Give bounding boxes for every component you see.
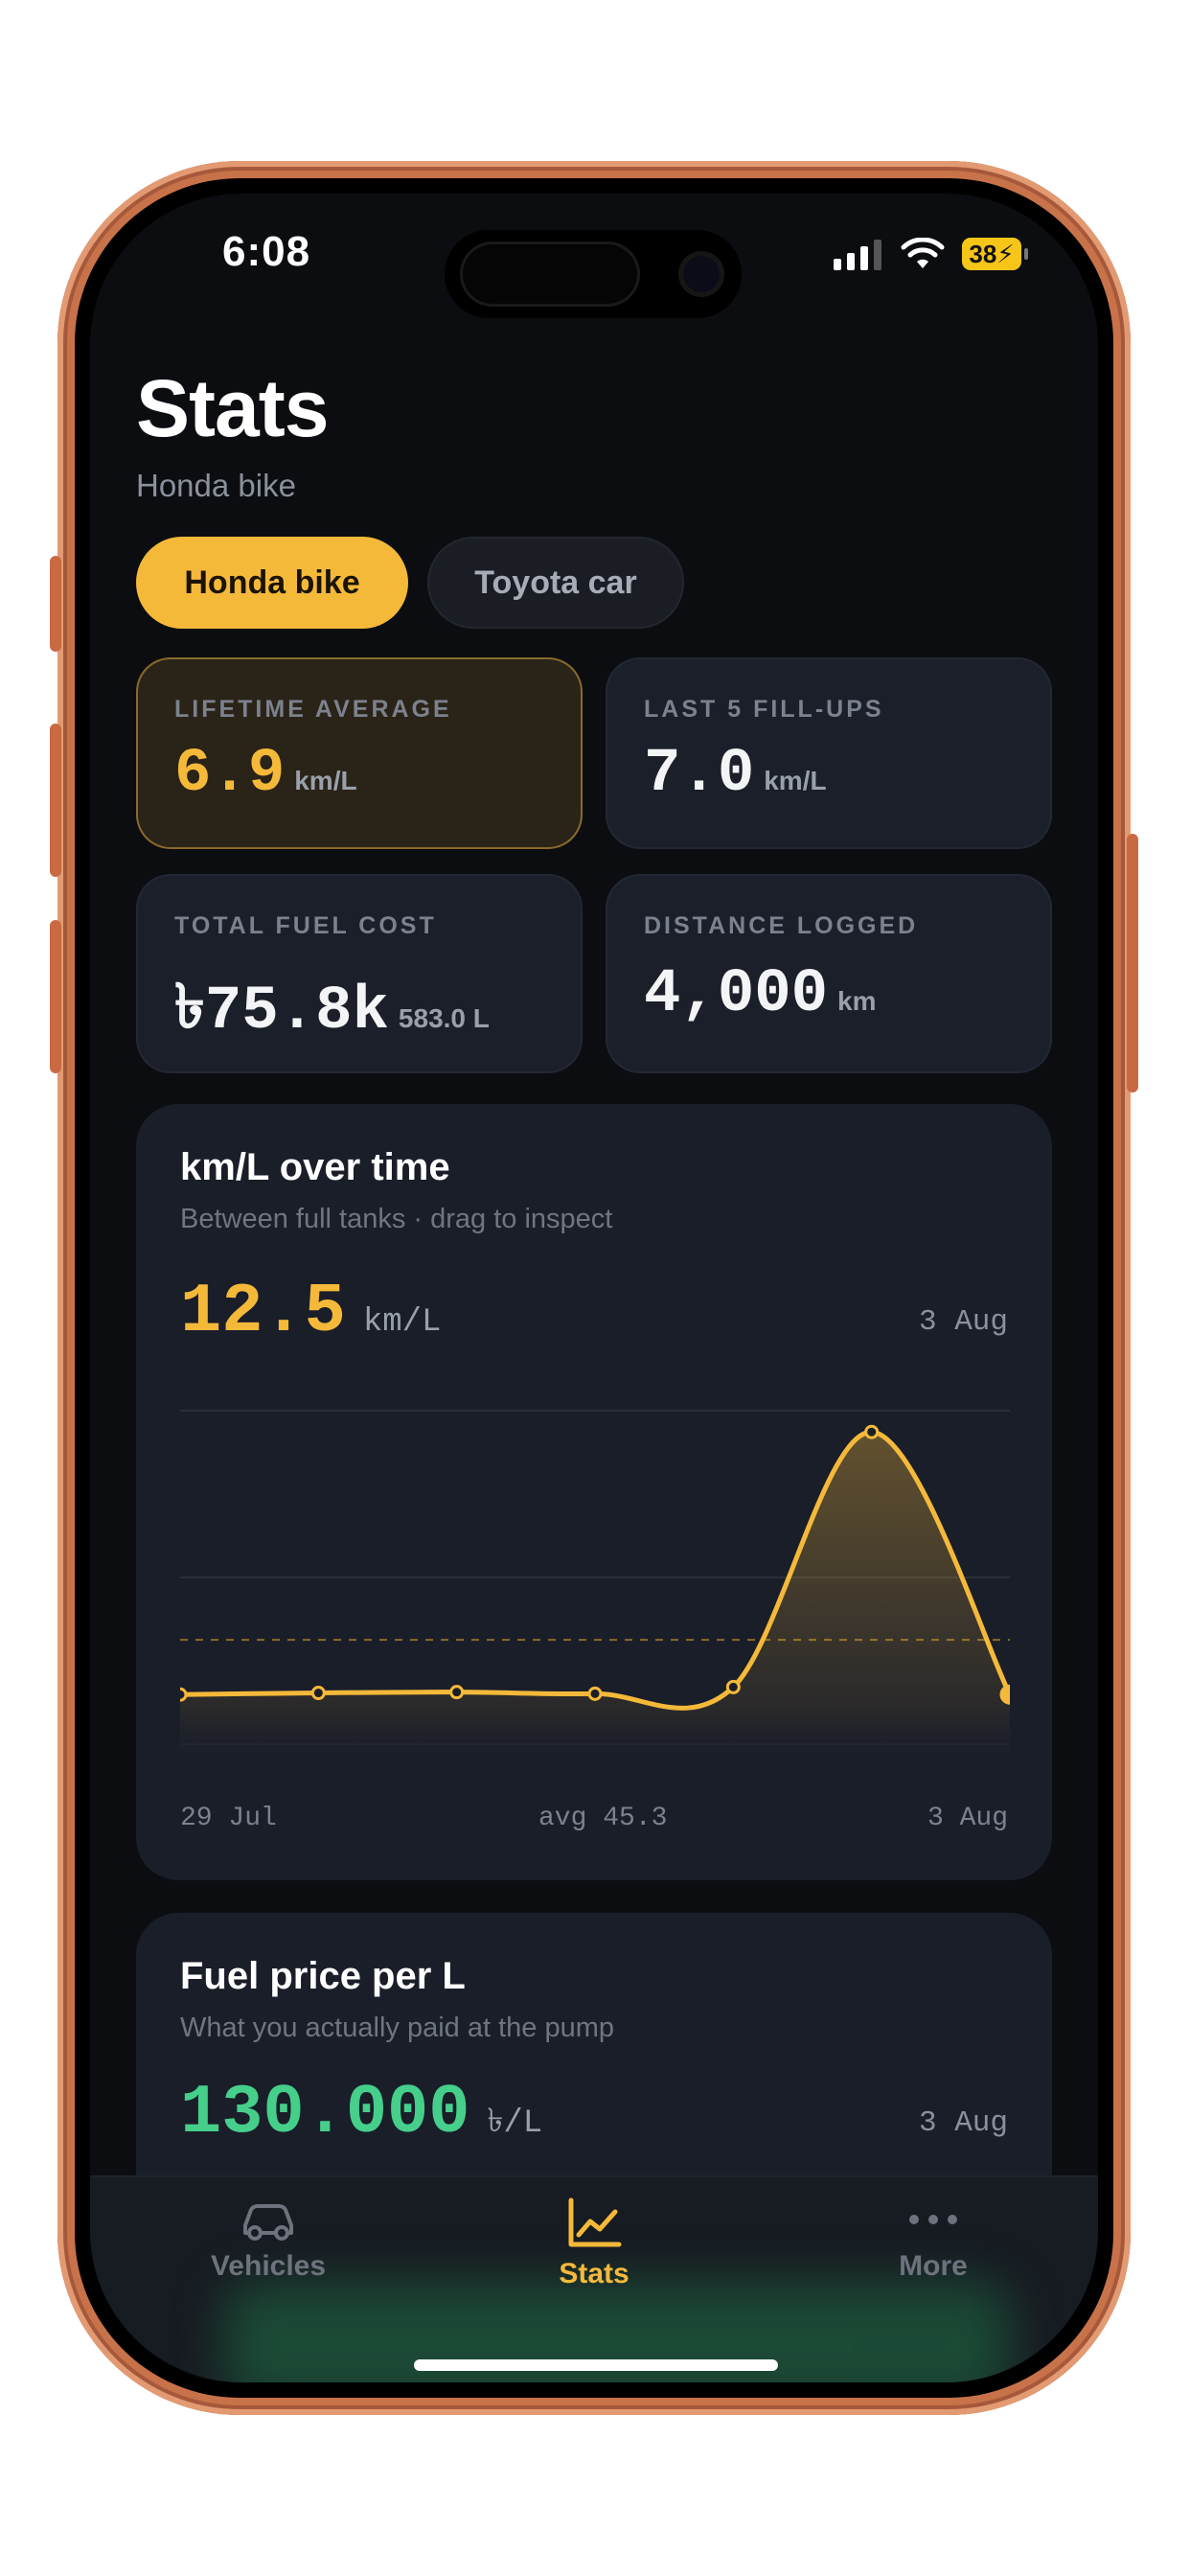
status-indicators: 38 ⚡ [834,238,1028,270]
chart-point[interactable] [180,1687,188,1702]
chart-line-icon [568,2197,622,2247]
chart-point[interactable] [587,1686,603,1701]
stat-value: 4,000 [644,960,829,1029]
stat-value-wrap: 6.9 km/L [174,740,357,809]
volume-down-button [50,920,61,1073]
price-date: 3 Aug [918,2106,1008,2140]
stat-card-distance-logged: DISTANCE LOGGED 4,000 km [606,874,1052,1073]
chart-point[interactable] [999,1684,1010,1705]
chart-current-date: 3 Aug [918,1305,1008,1339]
average-label: avg 45.3 [538,1804,668,1833]
chart-point[interactable] [864,1424,880,1439]
tab-stats[interactable]: Stats [479,2196,709,2290]
stat-value-wrap: 4,000 km [644,960,877,1029]
stat-unit: km/L [294,766,357,795]
chart-current-unit: km/L [362,1304,442,1341]
tab-stats-label: Stats [559,2258,629,2289]
battery-icon: 38 ⚡ [962,238,1028,270]
home-indicator [414,2359,778,2371]
chip-toyota-car[interactable]: Toyota car [427,537,684,629]
stat-label: TOTAL FUEL COST [174,912,437,939]
stat-card-total-fuel-cost: TOTAL FUEL COST ৳75.8k 583.0 L [136,874,583,1073]
chart-current-value-wrap: 12.5 km/L [180,1273,441,1351]
page-title: Stats [136,363,329,453]
signal-icon [834,240,881,270]
tab-bar: Vehicles Stats More [90,2175,1098,2382]
price-unit: ৳/L [487,2105,543,2142]
stat-label: LAST 5 FILL-UPS [644,696,884,723]
efficiency-chart-panel[interactable]: km/L over time Between full tanks · drag… [136,1104,1052,1880]
page-subtitle: Honda bike [136,468,296,503]
efficiency-chart[interactable] [180,1392,1010,1765]
power-button [1127,834,1138,1092]
price-value: 130.000 [180,2074,470,2152]
wifi-icon [901,238,945,268]
stat-value: 7.0 [644,740,755,809]
tab-vehicles[interactable]: Vehicles [153,2196,383,2283]
price-subtitle: What you actually paid at the pump [180,2012,614,2043]
price-value-wrap: 130.000 ৳/L [180,2074,542,2152]
app-screen: 6:08 38 ⚡ Stats Honda bike Honda bike Toy… [90,194,1098,2382]
chart-current-value: 12.5 [180,1273,346,1351]
tab-more-label: More [899,2250,968,2282]
tab-vehicles-label: Vehicles [210,2250,327,2282]
x-axis-end-label: 3 Aug [927,1804,1008,1833]
camera-icon [678,251,724,297]
battery-level: 38 [969,239,997,268]
chip-honda-bike[interactable]: Honda bike [136,537,408,629]
action-button [50,556,61,652]
x-axis-start-label: 29 Jul [180,1804,277,1833]
chart-point[interactable] [310,1686,326,1701]
stat-label: DISTANCE LOGGED [644,912,919,939]
stat-unit: km/L [764,766,827,795]
stat-unit: km [837,986,877,1016]
chart-point[interactable] [449,1685,465,1700]
dynamic-island [445,230,742,318]
chart-point[interactable] [725,1679,741,1694]
stat-card-lifetime-average: LIFETIME AVERAGE 6.9 km/L [136,657,583,849]
chart-title: km/L over time [180,1146,450,1188]
stat-value: ৳75.8k [174,978,389,1046]
stat-value-wrap: ৳75.8k 583.0 L [174,960,490,1063]
stat-card-last-5-fillups: LAST 5 FILL-UPS 7.0 km/L [606,657,1052,849]
tab-more[interactable]: More [818,2196,1048,2283]
stat-value-wrap: 7.0 km/L [644,740,827,809]
chart-bottom-fade [180,1708,1010,1765]
more-dots-icon [909,2215,957,2224]
status-time: 6:08 [222,228,311,275]
car-icon [243,2204,293,2241]
stat-label: LIFETIME AVERAGE [174,696,452,723]
volume-up-button [50,724,61,877]
stat-value: 6.9 [174,740,286,809]
price-title: Fuel price per L [180,1955,466,1997]
chart-subtitle: Between full tanks · drag to inspect [180,1204,613,1234]
stat-unit: 583.0 L [398,1003,490,1033]
